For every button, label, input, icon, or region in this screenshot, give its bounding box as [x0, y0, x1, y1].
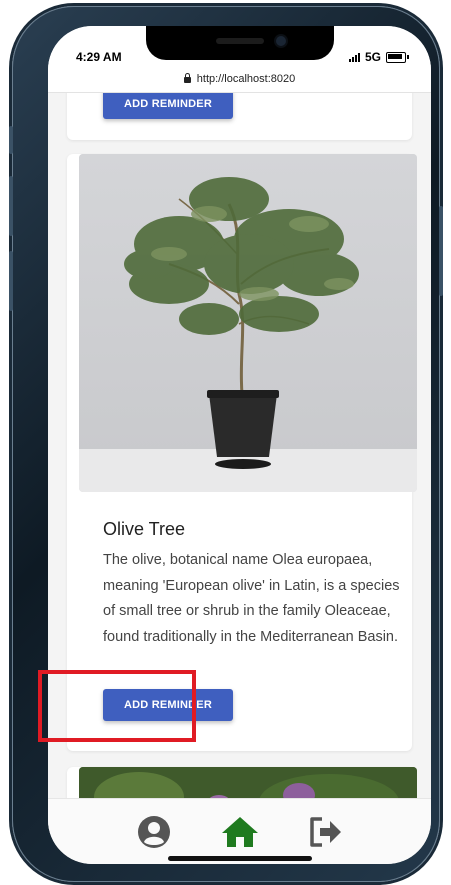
nav-home[interactable]	[220, 815, 260, 849]
address-bar[interactable]: http://localhost:8020	[48, 66, 431, 93]
bottom-navigation	[48, 798, 431, 864]
status-time: 4:29 AM	[76, 50, 122, 64]
phone-screen: 4:29 AM 5G http://localhost:8020 ADD REM…	[48, 26, 431, 864]
volume-up-button	[9, 176, 13, 236]
phone-frame: 4:29 AM 5G http://localhost:8020 ADD REM…	[9, 6, 443, 882]
home-indicator[interactable]	[168, 856, 312, 861]
mute-switch	[9, 126, 13, 154]
plant-title: Olive Tree	[103, 519, 186, 539]
plant-description: The olive, botanical name Olea europaea,…	[103, 552, 400, 645]
volume-down-button	[9, 251, 13, 311]
signal-icon	[348, 52, 360, 62]
network-type: 5G	[364, 50, 381, 64]
nav-logout[interactable]	[308, 815, 344, 849]
lock-icon	[183, 73, 191, 83]
next-plant-card	[67, 767, 417, 798]
add-reminder-button[interactable]: ADD REMINDER	[103, 92, 233, 119]
sign-out-icon	[310, 817, 341, 847]
home-icon	[222, 817, 258, 847]
nav-profile[interactable]	[136, 815, 172, 849]
page-content: ADD REMINDER Olive Tree The olive, botan…	[48, 92, 431, 798]
user-circle-icon	[138, 816, 170, 848]
olive-tree-image	[79, 154, 417, 492]
next-plant-image	[79, 767, 417, 798]
front-camera	[276, 36, 286, 46]
speaker-grille	[216, 38, 264, 44]
previous-plant-card: ADD REMINDER	[67, 92, 412, 140]
status-indicators: 5G	[348, 50, 409, 64]
plant-card-olive-tree: Olive Tree The olive, botanical name Ole…	[67, 154, 417, 751]
add-reminder-button[interactable]: ADD REMINDER	[103, 689, 233, 721]
notch	[146, 26, 334, 60]
battery-icon	[386, 51, 406, 63]
battery-tip	[407, 55, 409, 59]
power-button	[439, 206, 443, 296]
url-text: http://localhost:8020	[196, 73, 296, 85]
